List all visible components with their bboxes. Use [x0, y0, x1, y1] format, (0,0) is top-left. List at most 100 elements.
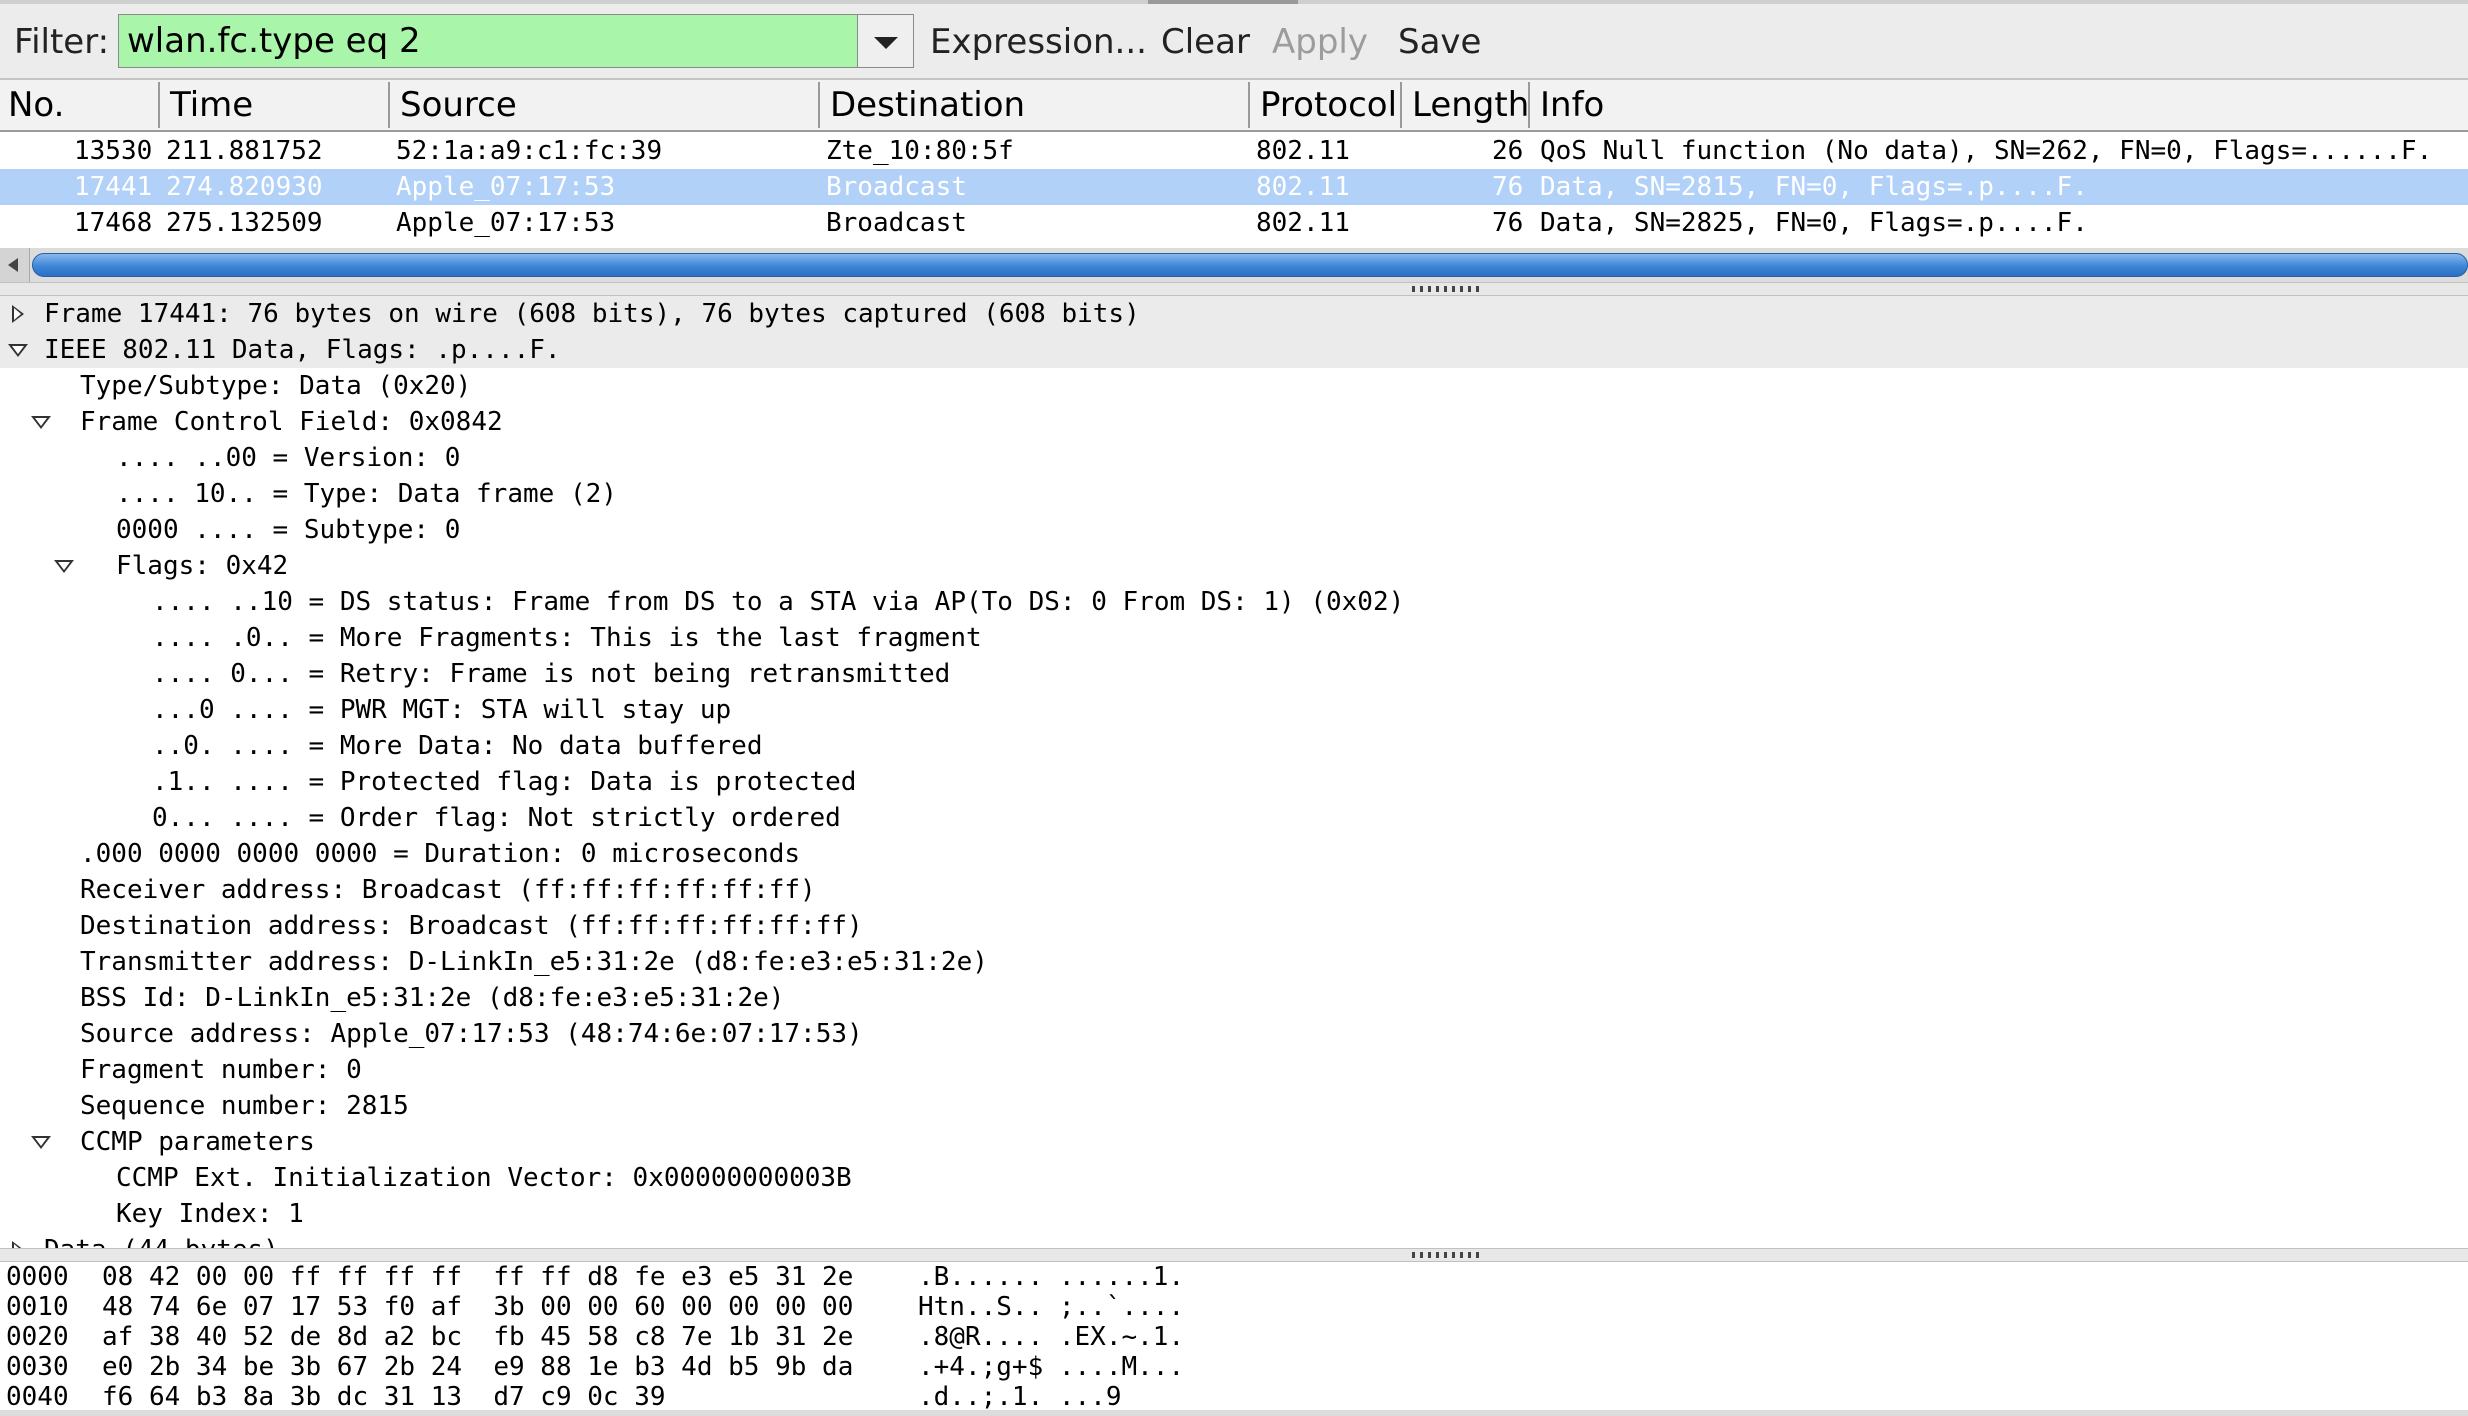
detail-text: 0000 .... = Subtype: 0: [116, 515, 461, 545]
detail-version[interactable]: .... ..00 = Version: 0: [0, 440, 2468, 476]
packet-row-selected[interactable]: 17441 274.820930 Apple_07:17:53 Broadcas…: [0, 169, 2468, 205]
hex-row[interactable]: 0030 e0 2b 34 be 3b 67 2b 24 e9 88 1e b3 …: [0, 1352, 2468, 1382]
hex-bytes: e0 2b 34 be 3b 67 2b 24 e9 88 1e b3 4d b…: [102, 1352, 854, 1382]
hex-offset: 0040: [6, 1382, 69, 1412]
column-divider[interactable]: [158, 82, 160, 128]
packet-no: 17441: [74, 172, 153, 202]
detail-more-data[interactable]: ..0. .... = More Data: No data buffered: [0, 728, 2468, 764]
save-button[interactable]: Save: [1398, 20, 1481, 64]
detail-protected-flag[interactable]: .1.. .... = Protected flag: Data is prot…: [0, 764, 2468, 800]
column-header-no[interactable]: No.: [0, 80, 158, 130]
pane-splitter[interactable]: [0, 282, 2468, 296]
column-divider[interactable]: [388, 82, 390, 128]
detail-flags[interactable]: Flags: 0x42: [0, 548, 2468, 584]
packet-destination: Broadcast: [826, 208, 967, 238]
column-header-source[interactable]: Source: [392, 80, 818, 130]
detail-pwr-mgt[interactable]: ...0 .... = PWR MGT: STA will stay up: [0, 692, 2468, 728]
hex-row[interactable]: 0010 48 74 6e 07 17 53 f0 af 3b 00 00 60 …: [0, 1292, 2468, 1322]
detail-order-flag[interactable]: 0... .... = Order flag: Not strictly ord…: [0, 800, 2468, 836]
detail-ccmp-parameters[interactable]: CCMP parameters: [0, 1124, 2468, 1160]
detail-text: CCMP parameters: [80, 1127, 315, 1157]
grip-icon: [1412, 1252, 1480, 1258]
detail-data[interactable]: Data (44 bytes): [0, 1232, 2468, 1248]
detail-receiver-address[interactable]: Receiver address: Broadcast (ff:ff:ff:ff…: [0, 872, 2468, 908]
detail-text: .... .0.. = More Fragments: This is the …: [152, 623, 982, 653]
detail-text: .000 0000 0000 0000 = Duration: 0 micros…: [80, 839, 801, 869]
detail-fragment-number[interactable]: Fragment number: 0: [0, 1052, 2468, 1088]
column-divider[interactable]: [1400, 82, 1402, 128]
packet-row[interactable]: 17468 275.132509 Apple_07:17:53 Broadcas…: [0, 205, 2468, 241]
detail-destination-address[interactable]: Destination address: Broadcast (ff:ff:ff…: [0, 908, 2468, 944]
detail-text: Frame Control Field: 0x0842: [80, 407, 503, 437]
detail-text: Data (44 bytes): [44, 1232, 279, 1248]
pane-splitter[interactable]: [0, 1248, 2468, 1262]
packet-list-hscrollbar[interactable]: [0, 248, 2468, 282]
hex-row[interactable]: 0040 f6 64 b3 8a 3b dc 31 13 d7 c9 0c 39.…: [0, 1382, 2468, 1412]
hex-bytes: 08 42 00 00 ff ff ff ff ff ff d8 fe e3 e…: [102, 1262, 854, 1292]
scroll-left-button[interactable]: [0, 248, 30, 282]
packet-length: 76: [1492, 172, 1524, 202]
hex-bytes: f6 64 b3 8a 3b dc 31 13 d7 c9 0c 39: [102, 1382, 666, 1412]
scrollbar-thumb[interactable]: [32, 253, 2468, 277]
column-header-info[interactable]: Info: [1532, 80, 2468, 130]
filter-input-value[interactable]: wlan.fc.type eq 2: [127, 19, 421, 63]
hex-ascii: .B...... ......1.: [918, 1262, 1185, 1292]
packet-time: 274.820930: [166, 172, 323, 202]
column-header-time[interactable]: Time: [162, 80, 388, 130]
packet-length: 76: [1492, 208, 1524, 238]
packet-row[interactable]: 13530 211.881752 52:1a:a9:c1:fc:39 Zte_1…: [0, 133, 2468, 169]
packet-source: Apple_07:17:53: [396, 172, 616, 202]
packet-bytes-pane: 0000 08 42 00 00 ff ff ff ff ff ff d8 fe …: [0, 1262, 2468, 1416]
detail-text: .... ..10 = DS status: Frame from DS to …: [152, 587, 1405, 617]
packet-no: 13530: [74, 136, 153, 166]
apply-button[interactable]: Apply: [1272, 20, 1368, 64]
detail-subtype[interactable]: 0000 .... = Subtype: 0: [0, 512, 2468, 548]
packet-info: Data, SN=2825, FN=0, Flags=.p....F.: [1540, 208, 2088, 238]
detail-more-fragments[interactable]: .... .0.. = More Fragments: This is the …: [0, 620, 2468, 656]
detail-frame[interactable]: Frame 17441: 76 bytes on wire (608 bits)…: [0, 296, 2468, 332]
column-header-length[interactable]: Length: [1404, 80, 1529, 130]
detail-sequence-number[interactable]: Sequence number: 2815: [0, 1088, 2468, 1124]
bytes-pane-scrollbar[interactable]: [0, 1410, 2468, 1416]
packet-time: 211.881752: [166, 136, 323, 166]
detail-type-subtype[interactable]: Type/Subtype: Data (0x20): [0, 368, 2468, 404]
column-divider[interactable]: [1528, 82, 1530, 128]
detail-text: 0... .... = Order flag: Not strictly ord…: [152, 803, 841, 833]
detail-source-address[interactable]: Source address: Apple_07:17:53 (48:74:6e…: [0, 1016, 2468, 1052]
column-divider[interactable]: [1248, 82, 1250, 128]
clear-button[interactable]: Clear: [1161, 20, 1250, 64]
filter-label: Filter:: [14, 22, 110, 62]
hex-row[interactable]: 0000 08 42 00 00 ff ff ff ff ff ff d8 fe …: [0, 1262, 2468, 1292]
column-divider[interactable]: [818, 82, 820, 128]
collapse-arrow-icon[interactable]: [54, 560, 74, 573]
collapse-arrow-icon[interactable]: [31, 416, 51, 429]
packet-info: Data, SN=2815, FN=0, Flags=.p....F.: [1540, 172, 2088, 202]
hex-row[interactable]: 0020 af 38 40 52 de 8d a2 bc fb 45 58 c8 …: [0, 1322, 2468, 1352]
expand-arrow-icon[interactable]: [12, 1241, 24, 1248]
detail-retry[interactable]: .... 0... = Retry: Frame is not being re…: [0, 656, 2468, 692]
column-header-destination[interactable]: Destination: [822, 80, 1248, 130]
detail-bss-id[interactable]: BSS Id: D-LinkIn_e5:31:2e (d8:fe:e3:e5:3…: [0, 980, 2468, 1016]
chevron-left-icon: [8, 258, 18, 272]
detail-ieee80211[interactable]: IEEE 802.11 Data, Flags: .p....F.: [0, 332, 2468, 368]
detail-type[interactable]: .... 10.. = Type: Data frame (2): [0, 476, 2468, 512]
packet-length: 26: [1492, 136, 1524, 166]
packet-protocol: 802.11: [1256, 172, 1350, 202]
collapse-arrow-icon[interactable]: [8, 344, 28, 357]
collapse-arrow-icon[interactable]: [31, 1136, 51, 1149]
expand-arrow-icon[interactable]: [12, 305, 24, 323]
hex-ascii: .8@R.... .EX.~.1.: [918, 1322, 1185, 1352]
packet-info: QoS Null function (No data), SN=262, FN=…: [1540, 136, 2433, 166]
expression-button[interactable]: Expression...: [930, 20, 1147, 64]
detail-frame-control[interactable]: Frame Control Field: 0x0842: [0, 404, 2468, 440]
packet-no: 17468: [74, 208, 153, 238]
detail-transmitter-address[interactable]: Transmitter address: D-LinkIn_e5:31:2e (…: [0, 944, 2468, 980]
detail-ds-status[interactable]: .... ..10 = DS status: Frame from DS to …: [0, 584, 2468, 620]
filter-input[interactable]: wlan.fc.type eq 2: [118, 14, 858, 68]
filter-history-dropdown[interactable]: [858, 14, 914, 68]
detail-key-index[interactable]: Key Index: 1: [0, 1196, 2468, 1232]
detail-ccmp-iv[interactable]: CCMP Ext. Initialization Vector: 0x00000…: [0, 1160, 2468, 1196]
column-header-protocol[interactable]: Protocol: [1252, 80, 1402, 130]
detail-duration[interactable]: .000 0000 0000 0000 = Duration: 0 micros…: [0, 836, 2468, 872]
hex-offset: 0020: [6, 1322, 69, 1352]
